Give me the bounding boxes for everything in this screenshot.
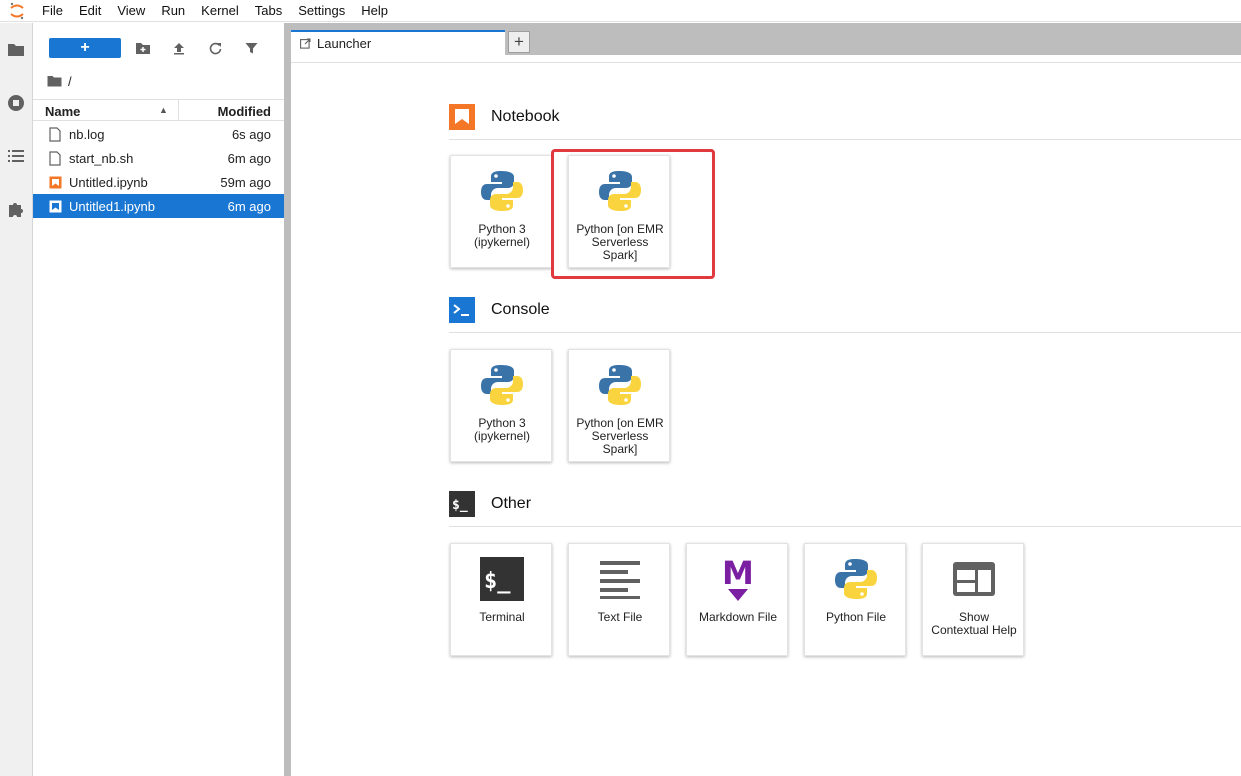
extensions-tab[interactable]: [0, 189, 32, 229]
svg-text:$_: $_: [484, 569, 511, 594]
file-modified: 59m ago: [220, 175, 271, 190]
tab-launcher[interactable]: Launcher: [291, 30, 505, 55]
file-modified: 6m ago: [227, 199, 271, 214]
notebook-icon: [48, 198, 62, 214]
panel-splitter[interactable]: [284, 23, 291, 776]
column-name-header[interactable]: Name: [45, 104, 80, 119]
terminal-icon: $_: [449, 491, 475, 517]
python-logo-icon: [477, 360, 527, 410]
refresh-icon[interactable]: [205, 38, 225, 58]
terminal-icon: $_: [477, 554, 527, 604]
svg-text:$_: $_: [452, 498, 468, 513]
table-of-contents-tab[interactable]: [0, 136, 32, 176]
file-name: start_nb.sh: [69, 151, 134, 166]
filter-icon[interactable]: [241, 38, 261, 58]
notebook-icon: [449, 104, 475, 130]
contextual-help-card[interactable]: Show Contextual Help: [922, 543, 1024, 656]
puzzle-icon: [9, 203, 23, 217]
svg-text:M: M: [722, 556, 754, 592]
new-folder-icon[interactable]: [133, 38, 153, 58]
card-label: Python [on EMR Serverless Spark]: [576, 416, 664, 456]
card-label: Terminal: [479, 610, 525, 624]
file-browser-toolbar: +: [33, 35, 284, 61]
menu-help[interactable]: Help: [353, 0, 396, 22]
folder-icon: [8, 43, 24, 56]
contextual-help-icon: [949, 554, 999, 604]
menu-bar: File Edit View Run Kernel Tabs Settings …: [0, 0, 1241, 22]
file-browser-tab[interactable]: [0, 29, 32, 69]
list-icon: [8, 150, 24, 162]
new-launcher-button[interactable]: +: [49, 38, 121, 58]
menu-run[interactable]: Run: [153, 0, 193, 22]
python-logo-icon: [831, 554, 881, 604]
other-section-header: $_ Other: [449, 491, 1241, 527]
breadcrumb: /: [47, 72, 72, 90]
file-list: nb.log 6s ago start_nb.sh 6m ago Untitle…: [33, 122, 284, 218]
console-section-header: Console: [449, 297, 1241, 333]
file-browser-panel: + / Name ▲ Modified nb.log 6s ago start_…: [33, 23, 284, 776]
activity-bar: [0, 23, 33, 776]
menu-tabs[interactable]: Tabs: [247, 0, 290, 22]
notebook-python3-card[interactable]: Python 3 (ipykernel): [450, 155, 552, 268]
file-name: Untitled1.ipynb: [69, 199, 155, 214]
jupyter-logo-icon: [0, 0, 34, 22]
card-label: Python 3 (ipykernel): [473, 222, 530, 249]
menu-edit[interactable]: Edit: [71, 0, 109, 22]
section-title: Console: [491, 301, 550, 318]
file-row-untitled-ipynb[interactable]: Untitled.ipynb 59m ago: [33, 170, 284, 194]
launch-icon: [300, 38, 311, 49]
console-icon: [449, 297, 475, 323]
file-icon: [48, 150, 62, 166]
text-file-card[interactable]: Text File: [568, 543, 670, 656]
markdown-file-card[interactable]: M Markdown File: [686, 543, 788, 656]
markdown-icon: M: [713, 554, 763, 604]
stop-circle-icon: [8, 95, 24, 111]
section-title: Other: [491, 495, 532, 512]
file-row-untitled1-ipynb[interactable]: Untitled1.ipynb 6m ago: [33, 194, 284, 218]
divider: [449, 332, 1241, 333]
upload-icon[interactable]: [169, 38, 189, 58]
menu-kernel[interactable]: Kernel: [193, 0, 247, 22]
card-label: Markdown File: [698, 610, 778, 624]
python-logo-icon: [477, 166, 527, 216]
file-list-header: Name ▲ Modified: [33, 99, 284, 121]
console-python3-card[interactable]: Python 3 (ipykernel): [450, 349, 552, 462]
folder-icon[interactable]: [47, 75, 62, 87]
file-row-nb-log[interactable]: nb.log 6s ago: [33, 122, 284, 146]
card-label: Python File: [825, 610, 887, 624]
column-divider: [178, 100, 179, 120]
divider: [449, 526, 1241, 527]
divider: [449, 139, 1241, 140]
menu-file[interactable]: File: [34, 0, 71, 22]
python-file-card[interactable]: Python File: [804, 543, 906, 656]
card-label: Show Contextual Help: [931, 610, 1017, 637]
tab-bar: Launcher +: [291, 23, 1241, 55]
section-title: Notebook: [491, 108, 560, 125]
breadcrumb-root[interactable]: /: [68, 74, 72, 89]
tab-launcher-label: Launcher: [317, 36, 372, 51]
main-area: Launcher + Notebook Python 3 (ipykernel)…: [291, 23, 1241, 776]
file-row-start-nb-sh[interactable]: start_nb.sh 6m ago: [33, 146, 284, 170]
card-label: Text File: [597, 610, 643, 624]
divider: [291, 62, 1241, 63]
notebook-icon: [48, 174, 62, 190]
file-modified: 6s ago: [231, 127, 271, 142]
notebook-section-header: Notebook: [449, 104, 1241, 140]
file-icon: [48, 126, 62, 142]
text-file-icon: [595, 554, 645, 604]
highlight-annotation: [551, 149, 715, 279]
add-tab-button[interactable]: +: [508, 31, 530, 53]
column-modified-header[interactable]: Modified: [218, 104, 271, 119]
file-modified: 6m ago: [227, 151, 271, 166]
terminal-card[interactable]: $_ Terminal: [450, 543, 552, 656]
menu-view[interactable]: View: [109, 0, 153, 22]
menu-settings[interactable]: Settings: [290, 0, 353, 22]
file-name: Untitled.ipynb: [69, 175, 148, 190]
sort-ascending-icon: ▲: [159, 105, 168, 115]
card-label: Python 3 (ipykernel): [473, 416, 530, 443]
file-name: nb.log: [69, 127, 105, 142]
console-python-emr-card[interactable]: Python [on EMR Serverless Spark]: [568, 349, 670, 462]
running-sessions-tab[interactable]: [0, 83, 32, 123]
python-logo-icon: [595, 360, 645, 410]
